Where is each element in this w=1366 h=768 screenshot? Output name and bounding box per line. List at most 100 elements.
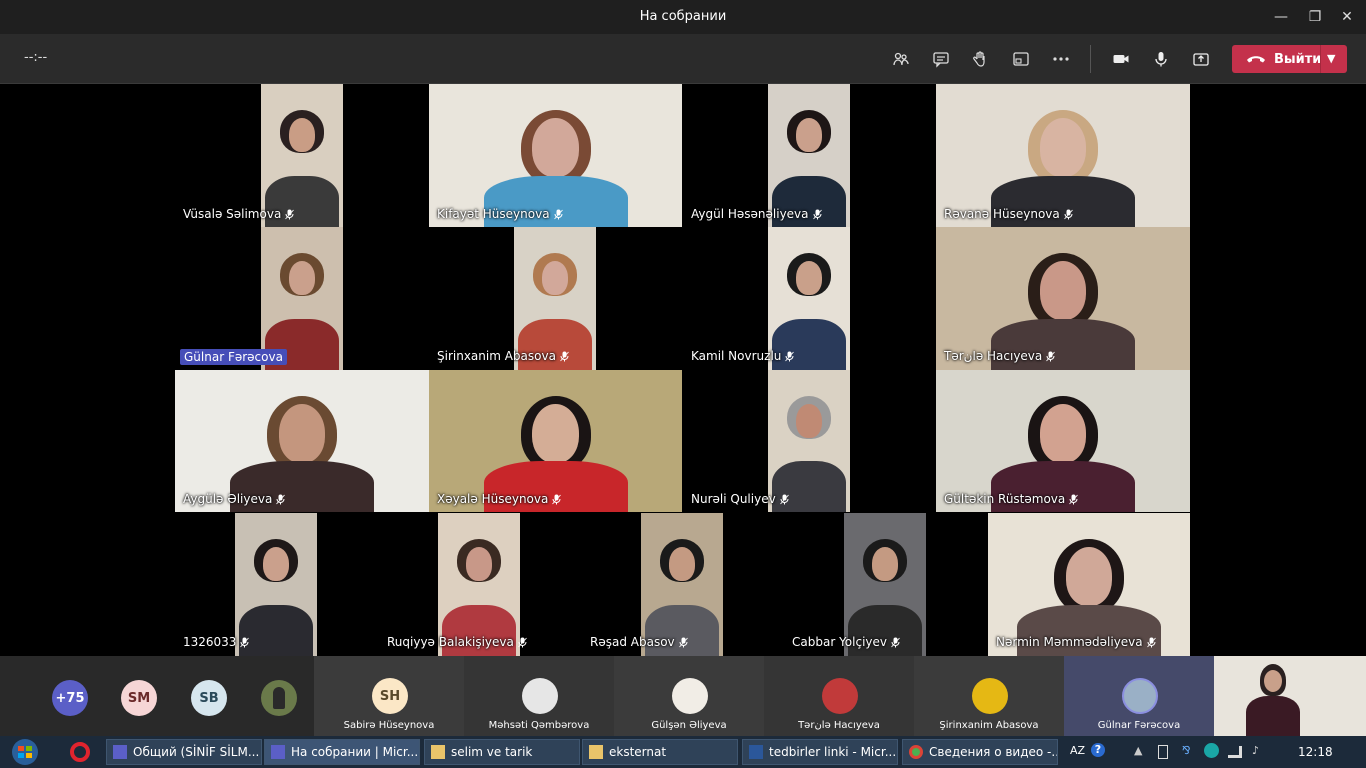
share-screen-button[interactable] <box>1188 46 1214 72</box>
tray-arrow-icon[interactable]: ▲ <box>1134 744 1142 757</box>
strip-tile-name: Sabirə Hüseynova <box>343 720 435 731</box>
signal-icon[interactable] <box>1228 746 1242 758</box>
taskbar-item-chrome[interactable]: Сведения о видео -... <box>902 739 1058 765</box>
title-bar: На собрании — ❐ ✕ <box>0 0 1366 34</box>
mic-icon <box>812 209 822 219</box>
clock[interactable]: 12:18 <box>1298 745 1333 759</box>
participant-face <box>262 547 290 582</box>
participant-name-text: Aygül Həsənəliyeva <box>691 207 809 221</box>
leave-divider <box>1320 45 1321 73</box>
word-icon <box>749 745 763 759</box>
video-tile[interactable] <box>936 84 1190 227</box>
camera-button[interactable] <box>1108 46 1134 72</box>
taskbar-item-word[interactable]: tedbirler linki - Micr... <box>742 739 898 765</box>
bluetooth-icon[interactable]: ⅋ <box>1182 744 1191 757</box>
participant-name: Aygül Həsənəliyeva <box>691 207 822 221</box>
mic-icon <box>285 209 295 219</box>
strip-tile[interactable]: Gülşən Əliyeva <box>614 656 764 736</box>
share-tray-icon <box>1013 52 1029 66</box>
participant-name: Gülnar Fərəcova <box>180 349 287 365</box>
avatar <box>522 678 558 714</box>
close-button[interactable]: ✕ <box>1330 4 1364 30</box>
raise-hand-button[interactable] <box>967 46 993 72</box>
strip-tile[interactable]: Məhsəti Qəmbərova <box>464 656 614 736</box>
strip-tile[interactable]: Şirinxanim Abasova <box>914 656 1064 736</box>
minimize-button[interactable]: — <box>1264 4 1298 30</box>
participant-face <box>795 404 823 438</box>
participant-name-text: Gültəkin Rüstəmova <box>944 492 1066 506</box>
language-indicator[interactable]: AZ <box>1070 744 1085 757</box>
mic-icon <box>276 494 286 504</box>
folder-icon <box>589 745 603 759</box>
participant-name: Kamil Novruzlu <box>691 349 795 363</box>
avatar-sm[interactable]: SM <box>121 680 157 716</box>
mic-button[interactable] <box>1148 46 1174 72</box>
participant-name: Aygülə Əliyeva <box>183 492 286 506</box>
more-actions-button[interactable] <box>1048 46 1074 72</box>
participant-name: Ruqiyyə Balakişiyeva <box>387 635 527 649</box>
help-icon[interactable]: ? <box>1091 743 1105 757</box>
participant-strip: +75 SM SB SH Sabirə Hüseynova Məhsəti Qə… <box>0 656 1366 736</box>
avatar-photo[interactable] <box>261 680 297 716</box>
taskbar-item-teams-meeting[interactable]: На собрании | Micr... <box>264 739 420 765</box>
teams-icon <box>113 745 127 759</box>
mic-icon <box>240 637 250 647</box>
participant-face <box>465 547 493 582</box>
app-tray-icon[interactable] <box>1204 743 1219 758</box>
share-tray-button[interactable] <box>1008 46 1034 72</box>
self-view[interactable] <box>1214 656 1366 736</box>
participant-name-text: Kamil Novruzlu <box>691 349 782 363</box>
mic-icon <box>1046 351 1056 361</box>
participant-name: Rəşad Abasov <box>590 635 688 649</box>
participant-name-text: Tərانə Hacıyeva <box>944 349 1043 363</box>
participant-face <box>288 261 316 296</box>
participant-name-text: Cabbar Yolçiyev <box>792 635 887 649</box>
opera-icon[interactable] <box>70 742 90 762</box>
video-tile[interactable] <box>768 370 850 512</box>
participant-name-text: Nurəli Quliyev <box>691 492 776 506</box>
volume-icon[interactable]: ♪ <box>1252 744 1259 757</box>
mic-icon <box>1069 494 1079 504</box>
battery-icon[interactable] <box>1158 745 1168 759</box>
taskbar-item-label: На собрании | Micr... <box>291 745 419 759</box>
strip-tile[interactable]: Gülnar Fərəcova <box>1064 656 1214 736</box>
meeting-timer: --:-- <box>24 50 48 65</box>
video-tile[interactable] <box>429 84 682 227</box>
toolbar-divider <box>1090 45 1091 73</box>
video-tile[interactable] <box>175 370 429 512</box>
start-button[interactable] <box>8 738 42 766</box>
meeting-toolbar: --:-- Выйти ▼ <box>0 34 1366 84</box>
taskbar-item-folder-selim[interactable]: selim ve tarik <box>424 739 580 765</box>
participant-name: 1326033 <box>183 635 250 649</box>
participant-name-text: Nərmin Məmmədəliyeva <box>996 635 1143 649</box>
restore-button[interactable]: ❐ <box>1298 4 1332 30</box>
taskbar-item-folder-eksternat[interactable]: eksternat <box>582 739 738 765</box>
raise-hand-icon <box>973 51 985 67</box>
participant-face <box>1039 404 1087 463</box>
mic-icon <box>1063 209 1073 219</box>
video-tile[interactable] <box>429 370 682 512</box>
video-tile[interactable] <box>261 84 343 227</box>
leave-button[interactable]: Выйти ▼ <box>1232 45 1347 73</box>
strip-tile[interactable]: SH Sabirə Hüseynova <box>314 656 464 736</box>
strip-tile[interactable]: Tərانə Hacıyeva <box>764 656 914 736</box>
self-body <box>1246 696 1300 736</box>
participant-name: Gültəkin Rüstəmova <box>944 492 1079 506</box>
avatar <box>822 678 858 714</box>
participant-face <box>1039 261 1087 321</box>
taskbar-item-teams-general[interactable]: Общий (SİNİF SİLM... <box>106 739 262 765</box>
participant-name-text: Aygülə Əliyeva <box>183 492 273 506</box>
participants-button[interactable] <box>888 46 914 72</box>
overflow-count[interactable]: +75 <box>52 680 88 716</box>
mic-icon <box>785 351 795 361</box>
share-icon <box>1193 53 1209 66</box>
participants-icon <box>893 52 909 66</box>
avatar-sb[interactable]: SB <box>191 680 227 716</box>
chat-button[interactable] <box>928 46 954 72</box>
taskbar-item-label: Общий (SİNİF SİLM... <box>133 745 260 759</box>
video-tile[interactable] <box>936 370 1190 512</box>
video-tile[interactable] <box>768 84 850 227</box>
video-grid: Vüsalə Səlimova Kifayət Hüseynova Aygül Hə… <box>0 84 1366 656</box>
chevron-down-icon[interactable]: ▼ <box>1327 45 1335 73</box>
strip-tile-name: Tərانə Hacıyeva <box>798 720 880 731</box>
